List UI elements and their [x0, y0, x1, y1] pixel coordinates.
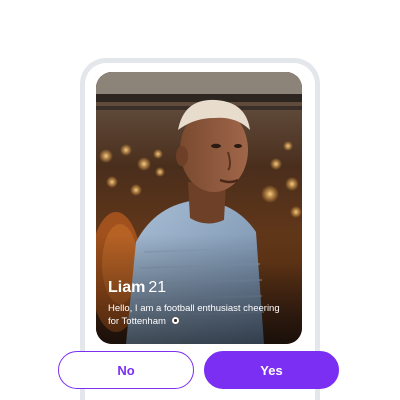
name-row: Liam 21	[108, 278, 292, 298]
profile-info: Liam 21 Hello, I am a football enthusiast…	[108, 278, 292, 328]
profile-age: 21	[148, 279, 167, 296]
profile-card[interactable]: Liam 21 Hello, I am a football enthusiast…	[96, 72, 302, 344]
no-button-label: No	[117, 362, 135, 378]
app-screen: Liam 21 Hello, I am a football enthusiast…	[0, 0, 400, 400]
profile-name: Liam	[108, 279, 146, 296]
no-button[interactable]: No	[58, 351, 194, 389]
soccer-ball-icon	[170, 316, 180, 325]
yes-button[interactable]: Yes	[204, 351, 339, 389]
yes-button-label: Yes	[260, 362, 283, 378]
profile-bio-row: Hello, I am a football enthusiast cheeri…	[108, 302, 292, 328]
profile-bio: Hello, I am a football enthusiast cheeri…	[108, 303, 280, 327]
